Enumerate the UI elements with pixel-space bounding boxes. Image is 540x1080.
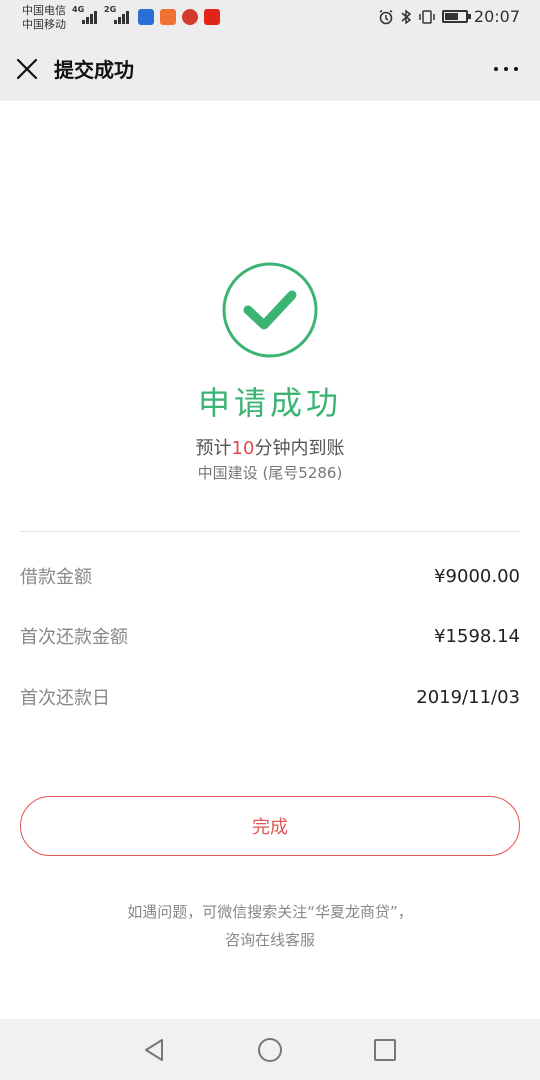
eta-minutes: 10 (231, 438, 255, 459)
detail-row-loan-amount: 借款金额 ¥9000.00 (20, 561, 520, 591)
carrier-2: 中国移动 (22, 18, 66, 31)
carrier-1: 中国电信 (22, 4, 66, 17)
bluetooth-icon (401, 9, 412, 24)
vibrate-icon (419, 9, 435, 24)
detail-value: ¥9000.00 (434, 565, 520, 587)
detail-value: ¥1598.14 (434, 625, 520, 647)
system-status: 20:07 (378, 7, 520, 26)
signal-icon: 4G (72, 5, 97, 24)
video-app-icon (160, 9, 176, 25)
close-icon[interactable] (16, 58, 38, 80)
help-line-1: 如遇问题，可微信搜索关注“华夏龙商贷”， (127, 903, 413, 921)
shield-app-icon (138, 9, 154, 25)
detail-label: 首次还款日 (20, 688, 110, 709)
eta-prefix: 预计 (195, 438, 232, 459)
detail-row-first-repayment-amount: 首次还款金额 ¥1598.14 (20, 621, 520, 651)
game-app-icon (182, 9, 198, 25)
detail-label: 首次还款金额 (20, 627, 128, 648)
back-icon[interactable] (142, 1037, 168, 1063)
page-title: 提交成功 (54, 58, 134, 82)
battery-icon (441, 10, 471, 23)
notification-icons (138, 9, 220, 25)
signal-icon: 2G (104, 5, 129, 24)
network-type-1: 4G (72, 5, 85, 14)
status-bar: 中国电信 中国移动 4G 2G 20:07 (0, 0, 540, 36)
title-bar: 提交成功 (0, 36, 540, 101)
carrier-names: 中国电信 中国移动 (22, 4, 66, 32)
help-line-2: 咨询在线客服 (224, 931, 315, 949)
huawei-app-icon (204, 9, 220, 25)
detail-value: 2019/11/03 (416, 686, 520, 708)
detail-row-first-repayment-date: 首次还款日 2019/11/03 (20, 682, 520, 712)
check-circle-icon (222, 262, 318, 358)
success-title: 申请成功 (197, 384, 342, 422)
arrival-estimate: 预计10分钟内到账 (0, 434, 540, 460)
recent-apps-icon[interactable] (372, 1037, 398, 1063)
home-icon[interactable] (257, 1037, 283, 1063)
detail-label: 借款金额 (20, 567, 92, 588)
eta-suffix: 分钟内到账 (254, 438, 345, 459)
help-text: 如遇问题，可微信搜索关注“华夏龙商贷”， 咨询在线客服 (0, 898, 540, 954)
alarm-icon (379, 9, 393, 24)
more-icon[interactable] (494, 67, 518, 71)
divider (20, 531, 520, 532)
bank-account: 中国建设 (尾号5286) (197, 464, 343, 482)
navigation-bar (0, 1019, 540, 1080)
network-type-2: 2G (104, 5, 117, 14)
done-button[interactable]: 完成 (20, 796, 520, 856)
clock: 20:07 (473, 7, 520, 26)
